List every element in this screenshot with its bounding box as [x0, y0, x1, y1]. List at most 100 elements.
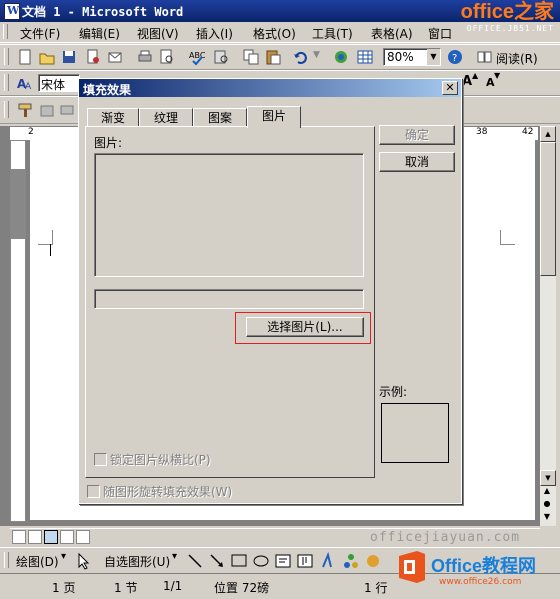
print-view-icon[interactable]	[44, 530, 58, 544]
vertical-text-box-icon[interactable]	[296, 552, 314, 570]
menu-view[interactable]: 视图(V)	[137, 25, 179, 42]
menu-format[interactable]: 格式(O)	[253, 25, 296, 42]
svg-text:A: A	[25, 82, 32, 92]
next-page-icon[interactable]: ▼	[540, 512, 554, 524]
menu-edit[interactable]: 编辑(E)	[79, 25, 120, 42]
toolbar-tool-icon[interactable]	[58, 101, 76, 119]
line-icon[interactable]	[186, 552, 204, 570]
rotate-with-shape-label: 随图形旋转填充效果(W)	[103, 485, 233, 499]
rectangle-icon[interactable]	[230, 552, 248, 570]
font-name-select[interactable]: 宋体	[38, 74, 80, 92]
status-section: 1 节	[114, 581, 138, 595]
email-icon[interactable]	[106, 48, 124, 66]
new-doc-icon[interactable]	[16, 48, 34, 66]
logo-title: Office教程网	[431, 556, 537, 576]
menu-table[interactable]: 表格(A)	[371, 25, 413, 42]
tab-texture[interactable]: 纹理	[139, 108, 193, 127]
print-icon[interactable]	[136, 48, 154, 66]
svg-text:ABC: ABC	[189, 51, 206, 60]
insert-object-icon[interactable]	[38, 101, 56, 119]
tab-picture[interactable]: 图片	[247, 106, 301, 128]
print-preview-icon[interactable]	[158, 48, 176, 66]
read-button[interactable]: 阅读(R)	[496, 50, 538, 67]
vertical-ruler[interactable]	[10, 140, 26, 522]
browse-object-icon[interactable]: ●	[540, 499, 554, 511]
rotate-with-shape-checkbox[interactable]	[87, 485, 100, 498]
watermark-text: officejiayuan.com	[370, 530, 521, 545]
outline-view-icon[interactable]	[60, 530, 74, 544]
research-icon[interactable]	[212, 48, 230, 66]
table-icon[interactable]	[356, 48, 374, 66]
chevron-down-icon[interactable]: ▾	[61, 551, 66, 562]
hyperlink-icon[interactable]	[332, 48, 350, 66]
save-icon[interactable]	[60, 48, 78, 66]
chevron-down-icon[interactable]: ▾	[172, 551, 177, 562]
picture-tab-panel: 图片: 选择图片(L)... 锁定图片纵横比(P)	[85, 126, 375, 478]
styles-icon[interactable]: AA	[16, 74, 34, 92]
menu-tools[interactable]: 工具(T)	[312, 25, 353, 42]
open-folder-icon[interactable]	[38, 48, 56, 66]
cancel-button[interactable]: 取消	[379, 152, 455, 172]
picture-label: 图片:	[94, 136, 123, 150]
status-page-count: 1/1	[163, 579, 183, 593]
previous-page-icon[interactable]: ▲	[540, 486, 554, 498]
office-logo-icon	[399, 551, 425, 583]
highlight-box	[235, 312, 371, 344]
tab-pattern[interactable]: 图案	[193, 108, 247, 127]
menu-bar: 文件(F) 编辑(E) 视图(V) 插入(I) 格式(O) 工具(T) 表格(A…	[0, 22, 560, 43]
menu-file[interactable]: 文件(F)	[20, 25, 60, 42]
select-pointer-icon[interactable]	[74, 552, 92, 570]
shrink-arrow-icon: ▼	[494, 71, 501, 80]
vertical-scrollbar[interactable]: ▲ ▼ ▲ ● ▼	[540, 126, 556, 526]
ruler-margin-band	[11, 169, 25, 239]
oval-icon[interactable]	[252, 552, 270, 570]
undo-icon[interactable]	[292, 48, 310, 66]
scroll-thumb[interactable]	[540, 142, 556, 276]
toolbar-grip	[4, 101, 9, 118]
svg-text:?: ?	[452, 53, 457, 64]
window-title: 文档 1 - Microsoft Word	[22, 5, 184, 19]
chevron-down-icon[interactable]: ▼	[427, 49, 440, 65]
window-title-bar: W 文档 1 - Microsoft Word office之家 OFFICE.…	[0, 0, 560, 33]
sample-label: 示例:	[379, 385, 408, 399]
lock-aspect-checkbox[interactable]	[94, 453, 107, 466]
standard-toolbar: ABC ▼ 80% ▼ ? 阅读(R)	[0, 44, 560, 70]
format-painter-icon[interactable]	[16, 101, 34, 119]
ok-button[interactable]: 确定	[379, 125, 455, 145]
wordart-icon[interactable]	[320, 552, 338, 570]
draw-menu-button[interactable]: 绘图(D)	[16, 553, 59, 570]
copy-icon[interactable]	[242, 48, 260, 66]
paste-icon[interactable]	[264, 48, 282, 66]
web-view-icon[interactable]	[28, 530, 42, 544]
scroll-up-icon[interactable]: ▲	[540, 126, 556, 142]
grow-font-icon[interactable]: A	[462, 74, 472, 89]
status-page: 1 页	[52, 581, 76, 595]
clip-art-icon[interactable]	[364, 552, 382, 570]
menu-insert[interactable]: 插入(I)	[196, 25, 233, 42]
ruler-mark: 42	[522, 127, 534, 137]
spelling-icon[interactable]: ABC	[188, 48, 206, 66]
menu-grip	[3, 24, 8, 39]
zoom-select[interactable]: 80% ▼	[383, 48, 441, 66]
close-button[interactable]: ✕	[442, 81, 458, 95]
ruler-mark: 38	[476, 127, 488, 137]
text-box-icon[interactable]	[274, 552, 292, 570]
autoshapes-menu-button[interactable]: 自选图形(U)	[104, 553, 170, 570]
status-position: 位置 72磅	[214, 581, 270, 595]
normal-view-icon[interactable]	[12, 530, 26, 544]
scroll-down-icon[interactable]: ▼	[540, 470, 556, 486]
margin-corner-mark	[500, 230, 515, 245]
dialog-title-bar[interactable]: 填充效果 ✕	[79, 79, 461, 97]
arrow-icon[interactable]	[208, 552, 226, 570]
sample-preview	[381, 403, 449, 463]
ruler-mark: 2	[28, 127, 34, 137]
menu-window[interactable]: 窗口	[428, 25, 452, 42]
help-icon[interactable]: ?	[446, 48, 464, 66]
tab-gradient[interactable]: 渐变	[87, 108, 139, 127]
diagram-icon[interactable]	[342, 552, 360, 570]
permission-icon[interactable]	[84, 48, 102, 66]
toolbar-grip	[4, 74, 9, 91]
zoom-value: 80%	[387, 50, 414, 64]
undo-dropdown-icon[interactable]: ▼	[313, 50, 320, 60]
reading-view-icon[interactable]	[76, 530, 90, 544]
